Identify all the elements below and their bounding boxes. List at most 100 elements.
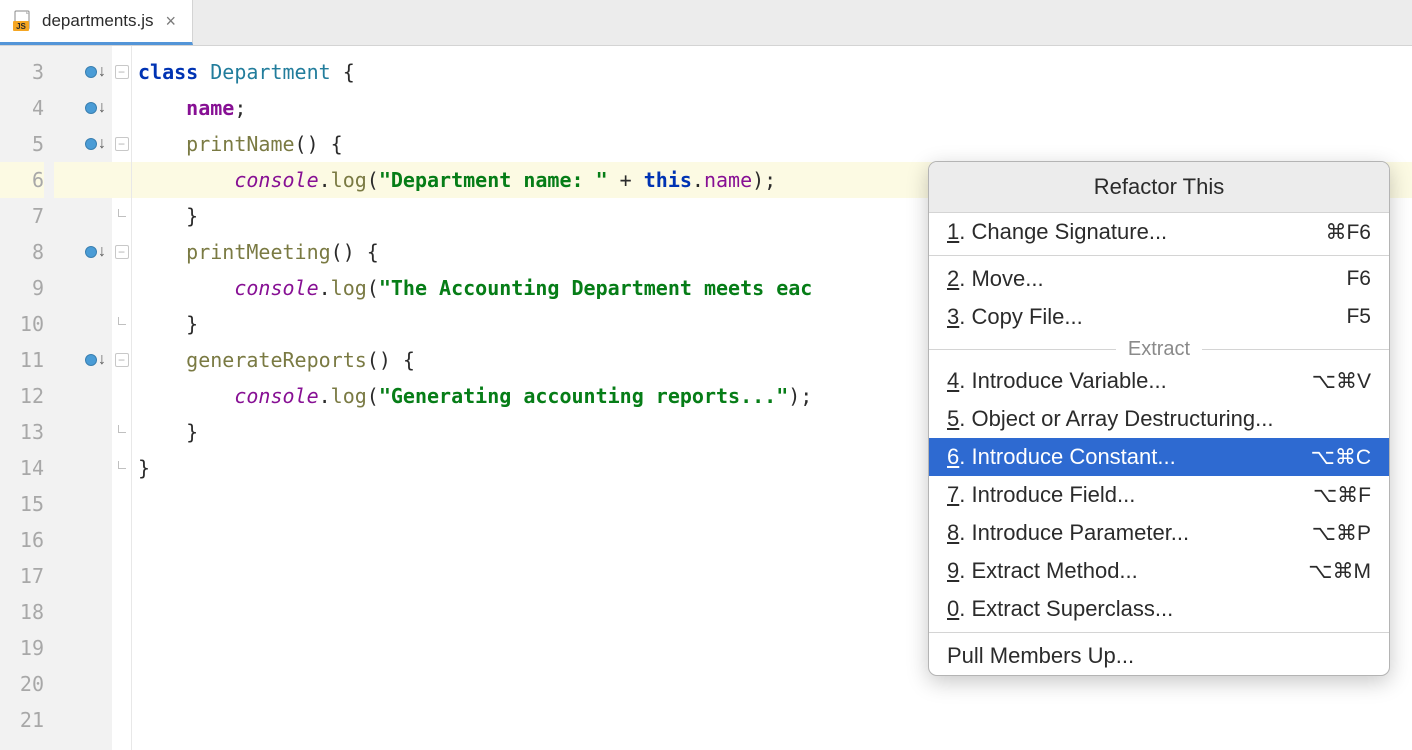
menu-separator: [929, 632, 1389, 633]
implementing-icon[interactable]: ↓: [85, 54, 106, 90]
menu-item[interactable]: 5. Object or Array Destructuring...: [929, 400, 1389, 438]
file-tab[interactable]: JS departments.js ×: [0, 0, 193, 45]
menu-item[interactable]: 4. Introduce Variable... ⌥⌘V: [929, 362, 1389, 400]
gutter-icon-row: [54, 702, 112, 738]
fold-row: [112, 558, 131, 594]
gutter-icon-row: ↓: [54, 234, 112, 270]
refactor-popup: Refactor This 1. Change Signature...⌘F6 2…: [928, 161, 1390, 676]
menu-group-label: Extract: [929, 336, 1389, 362]
fold-row: [112, 306, 131, 342]
line-number: 15: [0, 486, 44, 522]
menu-item-label: Pull Members Up...: [947, 643, 1134, 669]
menu-item[interactable]: 2. Move...F6: [929, 260, 1389, 298]
editor-area: 3456789101112131415161718192021 ↓↓↓↓↓ cl…: [0, 46, 1412, 750]
fold-row: [112, 630, 131, 666]
fold-row: [112, 162, 131, 198]
line-number: 10: [0, 306, 44, 342]
implementing-icon[interactable]: ↓: [85, 126, 106, 162]
gutter-icon-row: [54, 486, 112, 522]
line-number-gutter: 3456789101112131415161718192021: [0, 46, 54, 750]
svg-text:JS: JS: [16, 22, 26, 31]
fold-gutter: [112, 46, 132, 750]
line-number: 18: [0, 594, 44, 630]
gutter-icon-row: [54, 450, 112, 486]
fold-collapse-icon[interactable]: [115, 245, 129, 259]
gutter-icon-row: [54, 522, 112, 558]
code-line[interactable]: name;: [132, 90, 1412, 126]
fold-collapse-icon[interactable]: [115, 137, 129, 151]
menu-item-label: 5. Object or Array Destructuring...: [947, 406, 1273, 432]
fold-row: [112, 54, 131, 90]
fold-row: [112, 702, 131, 738]
code-line[interactable]: [132, 702, 1412, 738]
fold-collapse-icon[interactable]: [115, 353, 129, 367]
line-number: 21: [0, 702, 44, 738]
close-icon[interactable]: ×: [162, 11, 181, 32]
menu-item-label: 3. Copy File...: [947, 304, 1083, 330]
code-line[interactable]: printName() {: [132, 126, 1412, 162]
fold-row: [112, 594, 131, 630]
line-number: 8: [0, 234, 44, 270]
menu-item[interactable]: 6. Introduce Constant... ⌥⌘C: [929, 438, 1389, 476]
menu-item[interactable]: 3. Copy File... F5: [929, 298, 1389, 336]
line-number: 16: [0, 522, 44, 558]
js-file-icon: JS: [12, 10, 34, 32]
gutter-icon-row: [54, 162, 112, 198]
fold-end-icon: [115, 425, 129, 439]
line-number: 12: [0, 378, 44, 414]
code-line[interactable]: class Department {: [132, 54, 1412, 90]
file-tab-title: departments.js: [42, 11, 154, 31]
fold-row: [112, 234, 131, 270]
menu-item[interactable]: Pull Members Up...: [929, 637, 1389, 675]
menu-item[interactable]: 8. Introduce Parameter...⌥⌘P: [929, 514, 1389, 552]
menu-item-label: 9. Extract Method...: [947, 558, 1138, 584]
fold-collapse-icon[interactable]: [115, 65, 129, 79]
fold-end-icon: [115, 461, 129, 475]
gutter-icon-row: ↓: [54, 90, 112, 126]
implementing-icon[interactable]: ↓: [85, 234, 106, 270]
gutter-icon-row: [54, 306, 112, 342]
fold-row: [112, 378, 131, 414]
implementing-icon[interactable]: ↓: [85, 90, 106, 126]
menu-item-shortcut: F5: [1346, 305, 1371, 329]
menu-item-shortcut: ⌥⌘F: [1313, 483, 1371, 508]
menu-item-label: 8. Introduce Parameter...: [947, 520, 1189, 546]
line-number: 7: [0, 198, 44, 234]
menu-item-shortcut: ⌥⌘V: [1312, 369, 1371, 394]
gutter-icon-row: [54, 414, 112, 450]
menu-item-label: 4. Introduce Variable...: [947, 368, 1167, 394]
fold-row: [112, 450, 131, 486]
gutter-icon-row: [54, 378, 112, 414]
fold-end-icon: [115, 209, 129, 223]
menu-item-shortcut: ⌘F6: [1325, 220, 1371, 245]
menu-item-shortcut: ⌥⌘C: [1311, 445, 1371, 470]
menu-item[interactable]: 9. Extract Method... ⌥⌘M: [929, 552, 1389, 590]
menu-item[interactable]: 0. Extract Superclass...: [929, 590, 1389, 628]
gutter-icons: ↓↓↓↓↓: [54, 46, 112, 750]
menu-item-shortcut: F6: [1346, 267, 1371, 291]
fold-row: [112, 666, 131, 702]
menu-item-label: 6. Introduce Constant...: [947, 444, 1176, 470]
line-number: 19: [0, 630, 44, 666]
line-number: 13: [0, 414, 44, 450]
gutter-icon-row: [54, 270, 112, 306]
tab-bar: JS departments.js ×: [0, 0, 1412, 46]
gutter-icon-row: [54, 630, 112, 666]
line-number: 6: [0, 162, 44, 198]
gutter-icon-row: ↓: [54, 126, 112, 162]
gutter-icon-row: [54, 594, 112, 630]
popup-title: Refactor This: [929, 162, 1389, 213]
line-number: 9: [0, 270, 44, 306]
line-number: 11: [0, 342, 44, 378]
implementing-icon[interactable]: ↓: [85, 342, 106, 378]
gutter-icon-row: [54, 666, 112, 702]
menu-item[interactable]: 7. Introduce Field...⌥⌘F: [929, 476, 1389, 514]
fold-row: [112, 198, 131, 234]
line-number: 14: [0, 450, 44, 486]
menu-item-shortcut: ⌥⌘M: [1308, 559, 1371, 584]
gutter-icon-row: [54, 558, 112, 594]
line-number: 4: [0, 90, 44, 126]
fold-row: [112, 126, 131, 162]
menu-item[interactable]: 1. Change Signature...⌘F6: [929, 213, 1389, 251]
line-number: 17: [0, 558, 44, 594]
